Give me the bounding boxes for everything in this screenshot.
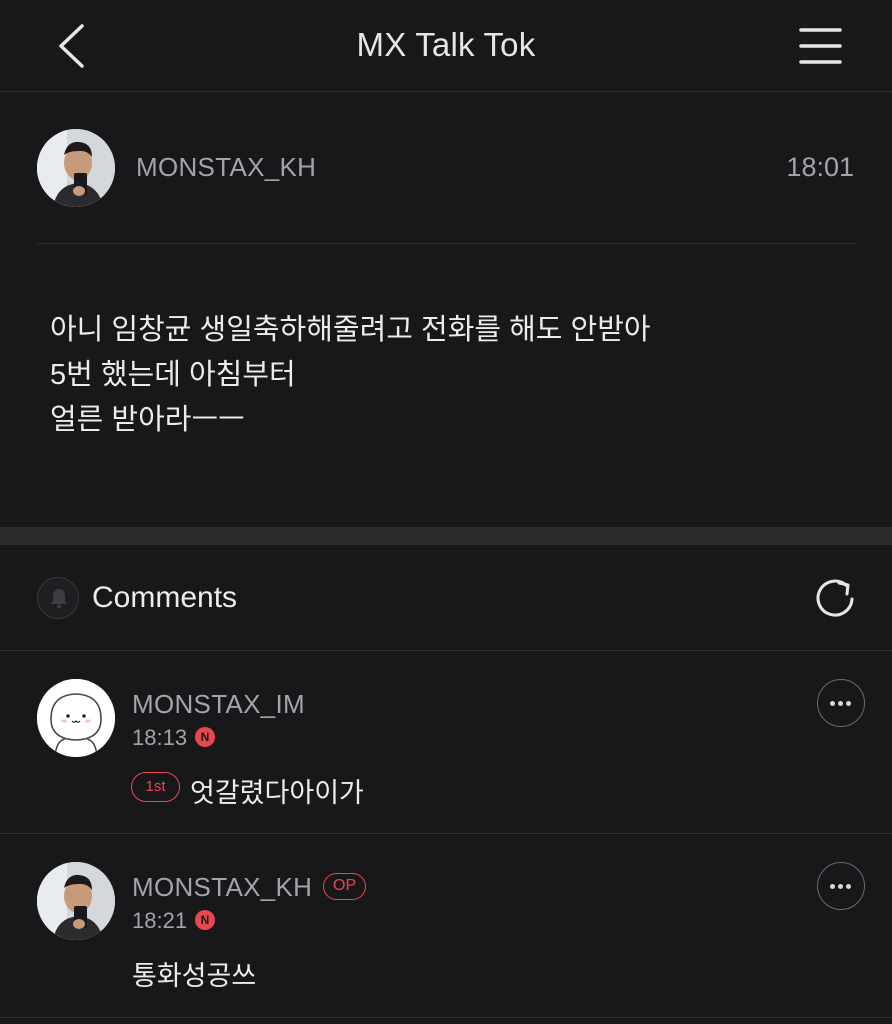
character-avatar-icon [37,679,115,757]
dot [830,701,835,706]
avatar[interactable] [37,679,115,757]
post-username[interactable]: MONSTAX_KH [136,152,316,183]
new-badge: N [195,910,215,930]
more-options-button[interactable] [817,862,865,910]
profile-photo-icon [37,862,115,940]
dot [838,884,843,889]
refresh-button[interactable] [810,573,860,623]
bell-icon [51,589,67,609]
post-line: 얼른 받아라ㅡㅡ [50,404,245,436]
page-title: MX Talk Tok [356,26,536,63]
top-bar: MX Talk Tok [0,0,892,92]
post-author-row: MONSTAX_KH 18:01 [0,92,892,244]
op-badge: OP [323,873,367,900]
post-line: 아니 임창균 생일축하해줄려고 전화를 해도 안받아 [50,314,651,346]
comment-text: 엇갈렸다아이가 [190,778,364,808]
comment-timestamp: 18:13 [132,725,188,750]
profile-photo-icon [37,129,115,207]
new-badge: N [195,727,215,747]
comment-username[interactable]: MONSTAX_KH [132,872,312,903]
more-options-button[interactable] [817,679,865,727]
post-body: 아니 임창균 생일축하해줄려고 전화를 해도 안받아 5번 했는데 아침부터 얼… [50,308,850,443]
post-line: 5번 했는데 아침부터 [50,359,296,391]
comment-username[interactable]: MONSTAX_IM [132,689,305,720]
post-timestamp: 18:01 [786,152,854,182]
refresh-icon [816,579,854,617]
comments-header: Comments [0,545,892,651]
comment-timestamp: 18:21 [132,908,188,933]
app-screen: MX Talk Tok MONSTAX_KH 18:01 아니 임창균 생일축하… [0,0,892,1024]
dot [846,701,851,706]
avatar[interactable] [37,129,115,207]
hamburger-menu-icon [799,28,842,64]
rank-badge: 1st [131,772,180,802]
comments-title: Comments [92,581,238,614]
dot [838,701,843,706]
dot [830,884,835,889]
dot [846,884,851,889]
comment-item: MONSTAX_KH OP 18:21 N 통화성공쓰 [0,834,892,1018]
comment-text: 통화성공쓰 [132,961,257,991]
comment-item: MONSTAX_IM 18:13 N 1st 엇갈렸다아이가 [0,651,892,834]
divider [37,243,855,244]
avatar[interactable] [37,862,115,940]
notification-toggle[interactable] [37,577,79,619]
menu-button[interactable] [794,20,850,72]
section-separator [0,527,892,545]
